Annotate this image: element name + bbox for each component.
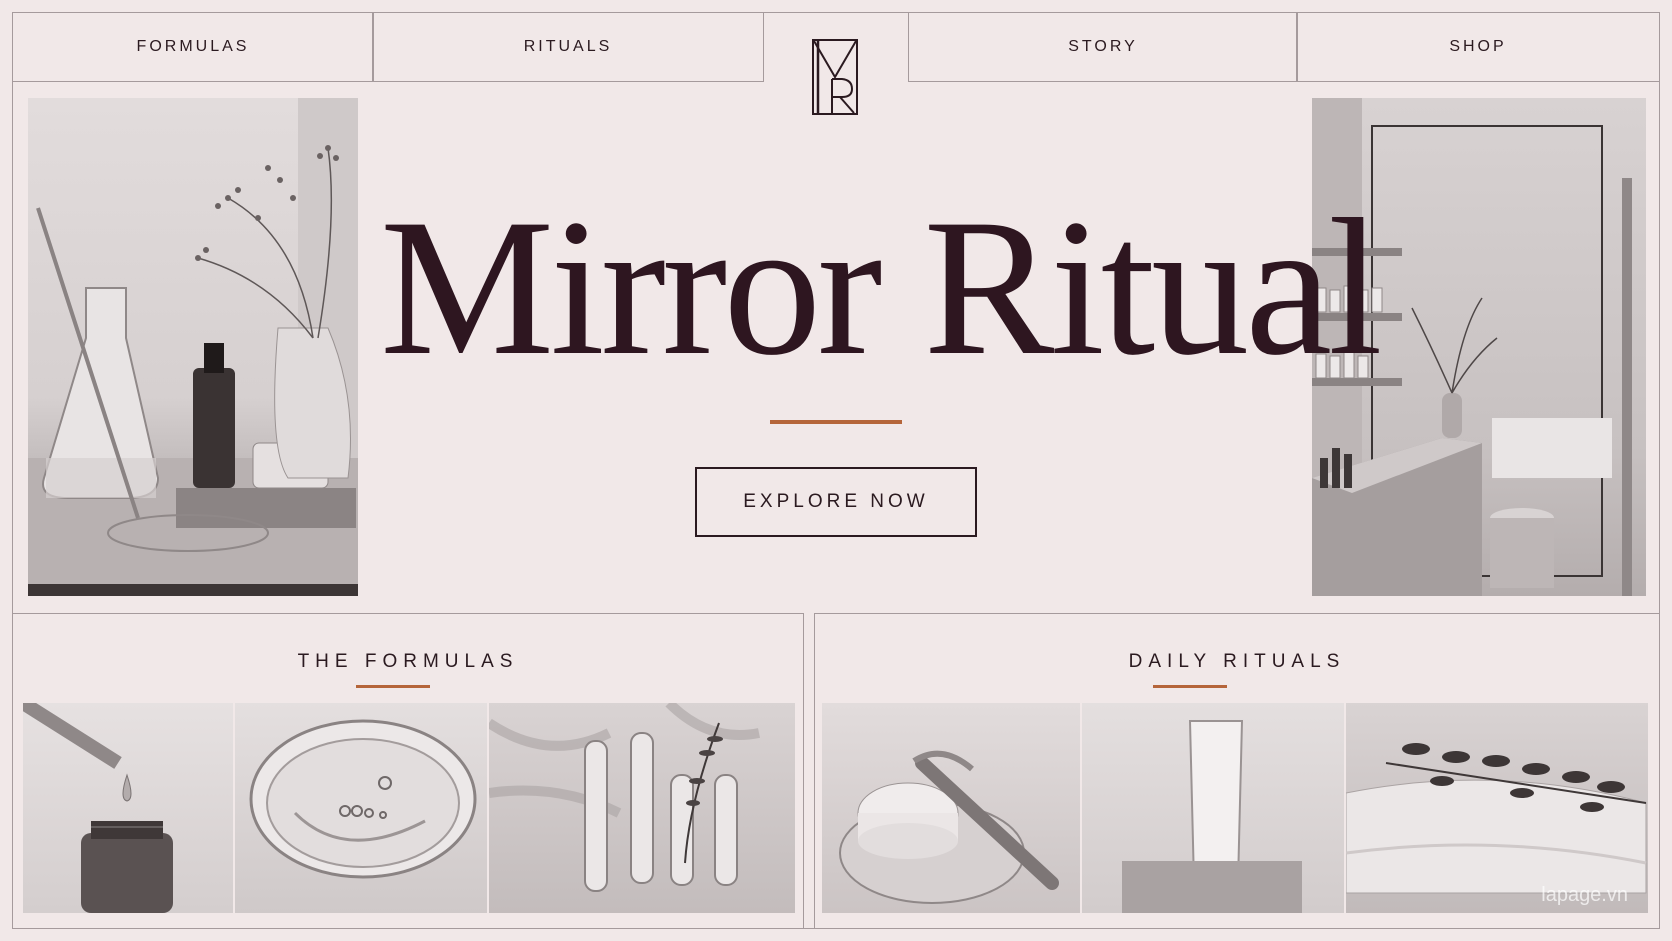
rituals-image-2[interactable] [1082,703,1344,913]
formulas-accent-divider [356,685,430,688]
nav-shop[interactable]: SHOP [1296,12,1660,82]
formulas-image-3[interactable] [489,703,795,913]
brand-logo[interactable] [812,39,858,115]
hero-title: Mirror Ritual [380,179,1383,396]
monogram-icon [812,39,858,115]
nav-story[interactable]: STORY [908,12,1298,82]
formulas-image-2[interactable] [235,703,487,913]
rituals-image-1[interactable] [822,703,1080,913]
watermark: lapage.vn [1541,884,1628,906]
hero-left-image [28,98,358,596]
rituals-section-title: DAILY RITUALS [1128,651,1346,672]
rituals-image-3[interactable] [1346,703,1648,913]
explore-now-button[interactable]: EXPLORE NOW [695,467,977,537]
rituals-accent-divider [1153,685,1227,688]
hero-accent-divider [770,420,902,424]
nav-rituals[interactable]: RITUALS [372,12,764,82]
formulas-image-1[interactable] [23,703,233,913]
formulas-section-title: THE FORMULAS [297,651,519,672]
nav-formulas[interactable]: FORMULAS [12,12,374,82]
